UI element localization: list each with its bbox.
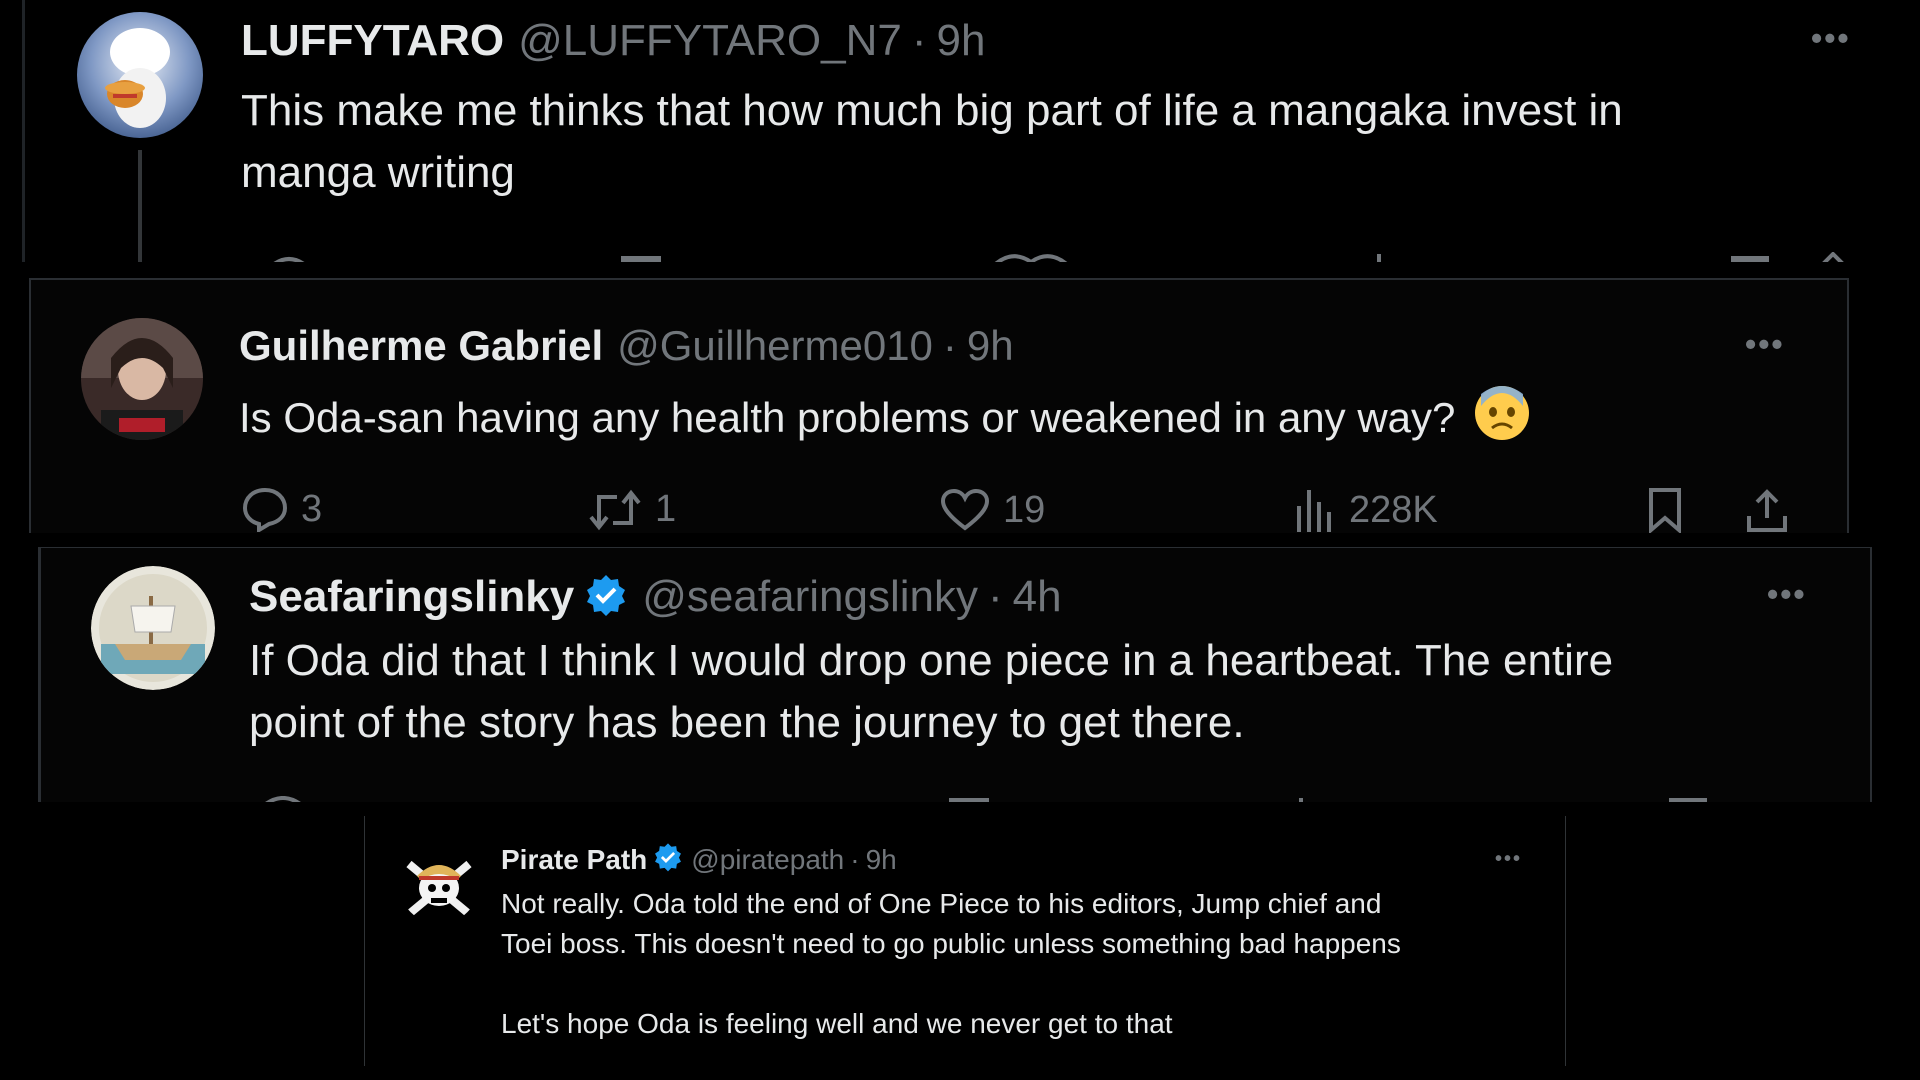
action-icons-tops xyxy=(273,252,1844,262)
avatar[interactable] xyxy=(91,566,215,690)
tweet-guilherme[interactable]: Guilherme Gabriel @Guillherme010 · 9h ••… xyxy=(29,278,1849,533)
verified-badge-icon xyxy=(584,573,628,622)
jolly-roger-avatar-icon xyxy=(399,844,479,924)
ship-avatar-icon xyxy=(91,566,215,690)
tweet-luffytaro[interactable]: LUFFYTARO @LUFFYTARO_N7 · 9h ••• This ma… xyxy=(22,0,1882,262)
avatar[interactable] xyxy=(81,318,203,440)
separator-dot: · xyxy=(850,843,860,875)
display-name[interactable]: Guilherme Gabriel xyxy=(239,322,603,370)
bookmark-button[interactable] xyxy=(1645,486,1685,533)
luffy-gear5-avatar-icon xyxy=(77,12,203,138)
share-button[interactable] xyxy=(1743,486,1791,533)
avatar[interactable] xyxy=(77,12,203,138)
tweet-text: If Oda did that I think I would drop one… xyxy=(249,636,1614,747)
handle[interactable]: @Guillherme010 xyxy=(617,322,933,370)
timestamp[interactable]: 9h xyxy=(967,322,1014,370)
user-photo-avatar-icon xyxy=(81,318,203,440)
action-icons-tops xyxy=(265,796,1707,802)
tweet-text: Not really. Oda told the end of One Piec… xyxy=(501,888,1401,1039)
handle[interactable]: @seafaringslinky xyxy=(642,572,978,622)
repost-count: 1 xyxy=(655,488,677,530)
tweet-piratepath[interactable]: Pirate Path @piratepath · 9h ••• Not rea… xyxy=(364,816,1566,1066)
reply-icon xyxy=(242,487,288,532)
thread-line xyxy=(138,150,142,262)
more-icon[interactable]: ••• xyxy=(1495,848,1522,871)
avatar[interactable] xyxy=(399,844,479,924)
repost-button[interactable]: 1 xyxy=(587,488,676,531)
more-icon[interactable]: ••• xyxy=(1745,326,1785,363)
like-button[interactable]: 19 xyxy=(939,488,1045,532)
separator-dot: · xyxy=(987,572,1003,621)
views-count: 228K xyxy=(1349,488,1438,531)
tweet-header: LUFFYTARO @LUFFYTARO_N7 · 9h xyxy=(241,16,985,66)
timestamp[interactable]: 9h xyxy=(937,16,986,66)
timestamp[interactable]: 9h xyxy=(866,844,897,876)
more-icon[interactable]: ••• xyxy=(1767,576,1807,613)
display-name[interactable]: LUFFYTARO xyxy=(241,16,504,66)
reply-count: 3 xyxy=(301,487,323,530)
tweet-text-content: Is Oda-san having any health problems or… xyxy=(239,394,1456,442)
display-name[interactable]: Seafaringslinky xyxy=(249,572,574,622)
handle[interactable]: @LUFFYTARO_N7 xyxy=(518,16,902,66)
separator-dot: · xyxy=(911,16,927,65)
fearful-emoji-icon xyxy=(1473,384,1531,458)
tweet-seafaringslinky[interactable]: Seafaringslinky @seafaringslinky · 4h ••… xyxy=(38,547,1872,802)
share-icon xyxy=(1747,489,1787,532)
reply-button[interactable]: 3 xyxy=(241,486,322,532)
repost-icon xyxy=(589,489,641,530)
screenshot-collage: LUFFYTARO @LUFFYTARO_N7 · 9h ••• This ma… xyxy=(0,0,1920,1080)
timestamp[interactable]: 4h xyxy=(1013,572,1062,622)
display-name[interactable]: Pirate Path xyxy=(501,844,647,876)
verified-badge-icon xyxy=(653,842,683,877)
actions-row-clipped xyxy=(249,796,1849,802)
handle[interactable]: @piratepath xyxy=(691,844,844,876)
bookmark-icon xyxy=(1649,488,1681,533)
tweet-header: Pirate Path @piratepath · 9h xyxy=(501,842,897,877)
tweet-header: Seafaringslinky @seafaringslinky · 4h xyxy=(249,572,1062,622)
heart-icon xyxy=(940,488,990,531)
tweet-text: This make me thinks that how much big pa… xyxy=(241,86,1623,197)
separator-dot: · xyxy=(942,322,957,369)
more-icon[interactable]: ••• xyxy=(1811,20,1851,57)
tweet-text: Is Oda-san having any health problems or… xyxy=(239,384,1799,458)
views-button[interactable]: 228K xyxy=(1293,486,1438,533)
tweet-header: Guilherme Gabriel @Guillherme010 · 9h xyxy=(239,322,1014,370)
actions-row-clipped xyxy=(241,252,1861,262)
like-count: 19 xyxy=(1003,488,1046,531)
views-icon xyxy=(1297,490,1331,532)
